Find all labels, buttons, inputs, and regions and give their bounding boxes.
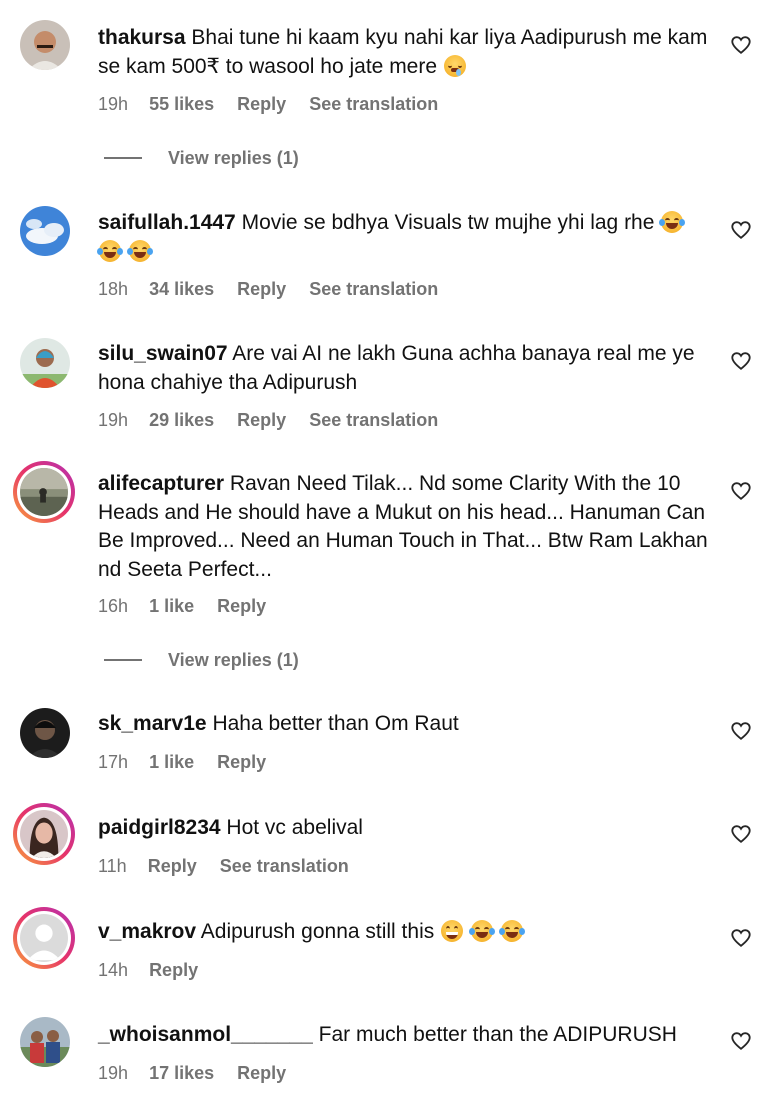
comment-username[interactable]: saifullah.1447: [98, 211, 236, 234]
comment-body: thakursa Bhai tune hi kaam kyu nahi kar …: [98, 24, 708, 81]
view-replies-label: View replies (1): [168, 650, 299, 670]
like-heart-icon[interactable]: [730, 480, 752, 502]
comment-text: Bhai tune hi kaam kyu nahi kar liya Aadi…: [98, 26, 708, 78]
comment-meta: 19h 17 likes Reply: [98, 1063, 304, 1084]
comment-username[interactable]: _whoisanmol_______: [98, 1023, 313, 1046]
reply-button[interactable]: Reply: [217, 596, 266, 616]
comment-meta: 17h 1 like Reply: [98, 752, 284, 773]
comment-time: 16h: [98, 596, 129, 616]
comment-time: 18h: [98, 279, 129, 299]
comment-username[interactable]: sk_marv1e: [98, 712, 207, 735]
like-heart-icon[interactable]: [730, 219, 752, 241]
see-translation-button[interactable]: See translation: [309, 279, 438, 299]
avatar[interactable]: [20, 206, 70, 256]
comment-body: silu_swain07 Are vai AI ne lakh Guna ach…: [98, 340, 708, 397]
view-replies-button[interactable]: View replies (1): [104, 148, 299, 169]
comment-time: 19h: [98, 1063, 129, 1083]
drooling-face-icon: [443, 54, 466, 77]
reply-button[interactable]: Reply: [149, 960, 198, 980]
comment-time: 19h: [98, 410, 129, 430]
comment-meta: 16h 1 like Reply: [98, 596, 284, 617]
view-replies-label: View replies (1): [168, 148, 299, 168]
tears-of-joy-icon: [97, 239, 123, 262]
avatar[interactable]: [20, 1017, 70, 1067]
reply-button[interactable]: Reply: [237, 94, 286, 114]
tears-of-joy-icon: [468, 920, 495, 942]
grinning-face-icon: [441, 920, 464, 942]
comment-text: Adipurush gonna still this: [200, 920, 435, 943]
comment-meta: 11h Reply See translation: [98, 856, 367, 877]
comment-meta: 18h 34 likes Reply See translation: [98, 279, 456, 300]
comment-text: Hot vc abelival: [226, 816, 363, 839]
view-replies-button[interactable]: View replies (1): [104, 650, 299, 671]
avatar-story-ring[interactable]: [13, 907, 75, 969]
comment-username[interactable]: v_makrov: [98, 920, 196, 943]
comment-meta: 14h Reply: [98, 960, 216, 981]
see-translation-button[interactable]: See translation: [309, 94, 438, 114]
comment-text: Movie se bdhya Visuals tw mujhe yhi lag …: [241, 211, 655, 234]
likes-count[interactable]: 1 like: [149, 752, 194, 772]
tears-of-joy-icon: [659, 211, 686, 233]
comment-time: 11h: [98, 856, 127, 876]
like-heart-icon[interactable]: [730, 1030, 752, 1052]
like-heart-icon[interactable]: [730, 927, 752, 949]
comment-body: saifullah.1447 Movie se bdhya Visuals tw…: [97, 209, 708, 266]
reply-button[interactable]: Reply: [148, 856, 197, 876]
reply-button[interactable]: Reply: [217, 752, 266, 772]
avatar-story-ring[interactable]: [13, 803, 75, 865]
avatar[interactable]: [20, 20, 70, 70]
like-heart-icon[interactable]: [730, 720, 752, 742]
avatar[interactable]: [20, 338, 70, 388]
comment-body: _whoisanmol_______ Far much better than …: [98, 1021, 708, 1050]
comment-body: alifecapturer Ravan Need Tilak... Nd som…: [98, 470, 708, 584]
comment-time: 19h: [98, 94, 129, 114]
comment-username[interactable]: alifecapturer: [98, 472, 224, 495]
reply-button[interactable]: Reply: [237, 279, 286, 299]
comment-time: 14h: [98, 960, 129, 980]
likes-count[interactable]: 34 likes: [149, 279, 214, 299]
comment-username[interactable]: paidgirl8234: [98, 816, 221, 839]
avatar[interactable]: [20, 708, 70, 758]
comment-meta: 19h 29 likes Reply See translation: [98, 410, 456, 431]
replies-divider-line: [104, 157, 142, 160]
comment-username[interactable]: thakursa: [98, 26, 186, 49]
comment-body: v_makrov Adipurush gonna still this: [98, 918, 708, 947]
like-heart-icon[interactable]: [730, 350, 752, 372]
reply-button[interactable]: Reply: [237, 410, 286, 430]
likes-count[interactable]: 55 likes: [149, 94, 214, 114]
likes-count[interactable]: 17 likes: [149, 1063, 214, 1083]
see-translation-button[interactable]: See translation: [309, 410, 438, 430]
like-heart-icon[interactable]: [730, 34, 752, 56]
replies-divider-line: [104, 659, 142, 662]
comment-text: Haha better than Om Raut: [212, 712, 459, 735]
tears-of-joy-icon: [126, 239, 153, 262]
comment-username[interactable]: silu_swain07: [98, 342, 228, 365]
likes-count[interactable]: 1 like: [149, 596, 194, 616]
comment-body: paidgirl8234 Hot vc abelival: [98, 814, 708, 843]
like-heart-icon[interactable]: [730, 823, 752, 845]
comment-meta: 19h 55 likes Reply See translation: [98, 94, 456, 115]
comment-text: Far much better than the ADIPURUSH: [318, 1023, 677, 1046]
comment-body: sk_marv1e Haha better than Om Raut: [98, 710, 708, 739]
reply-button[interactable]: Reply: [237, 1063, 286, 1083]
likes-count[interactable]: 29 likes: [149, 410, 214, 430]
avatar-story-ring[interactable]: [13, 461, 75, 523]
comment-time: 17h: [98, 752, 129, 772]
tears-of-joy-icon: [498, 920, 525, 942]
see-translation-button[interactable]: See translation: [220, 856, 349, 876]
